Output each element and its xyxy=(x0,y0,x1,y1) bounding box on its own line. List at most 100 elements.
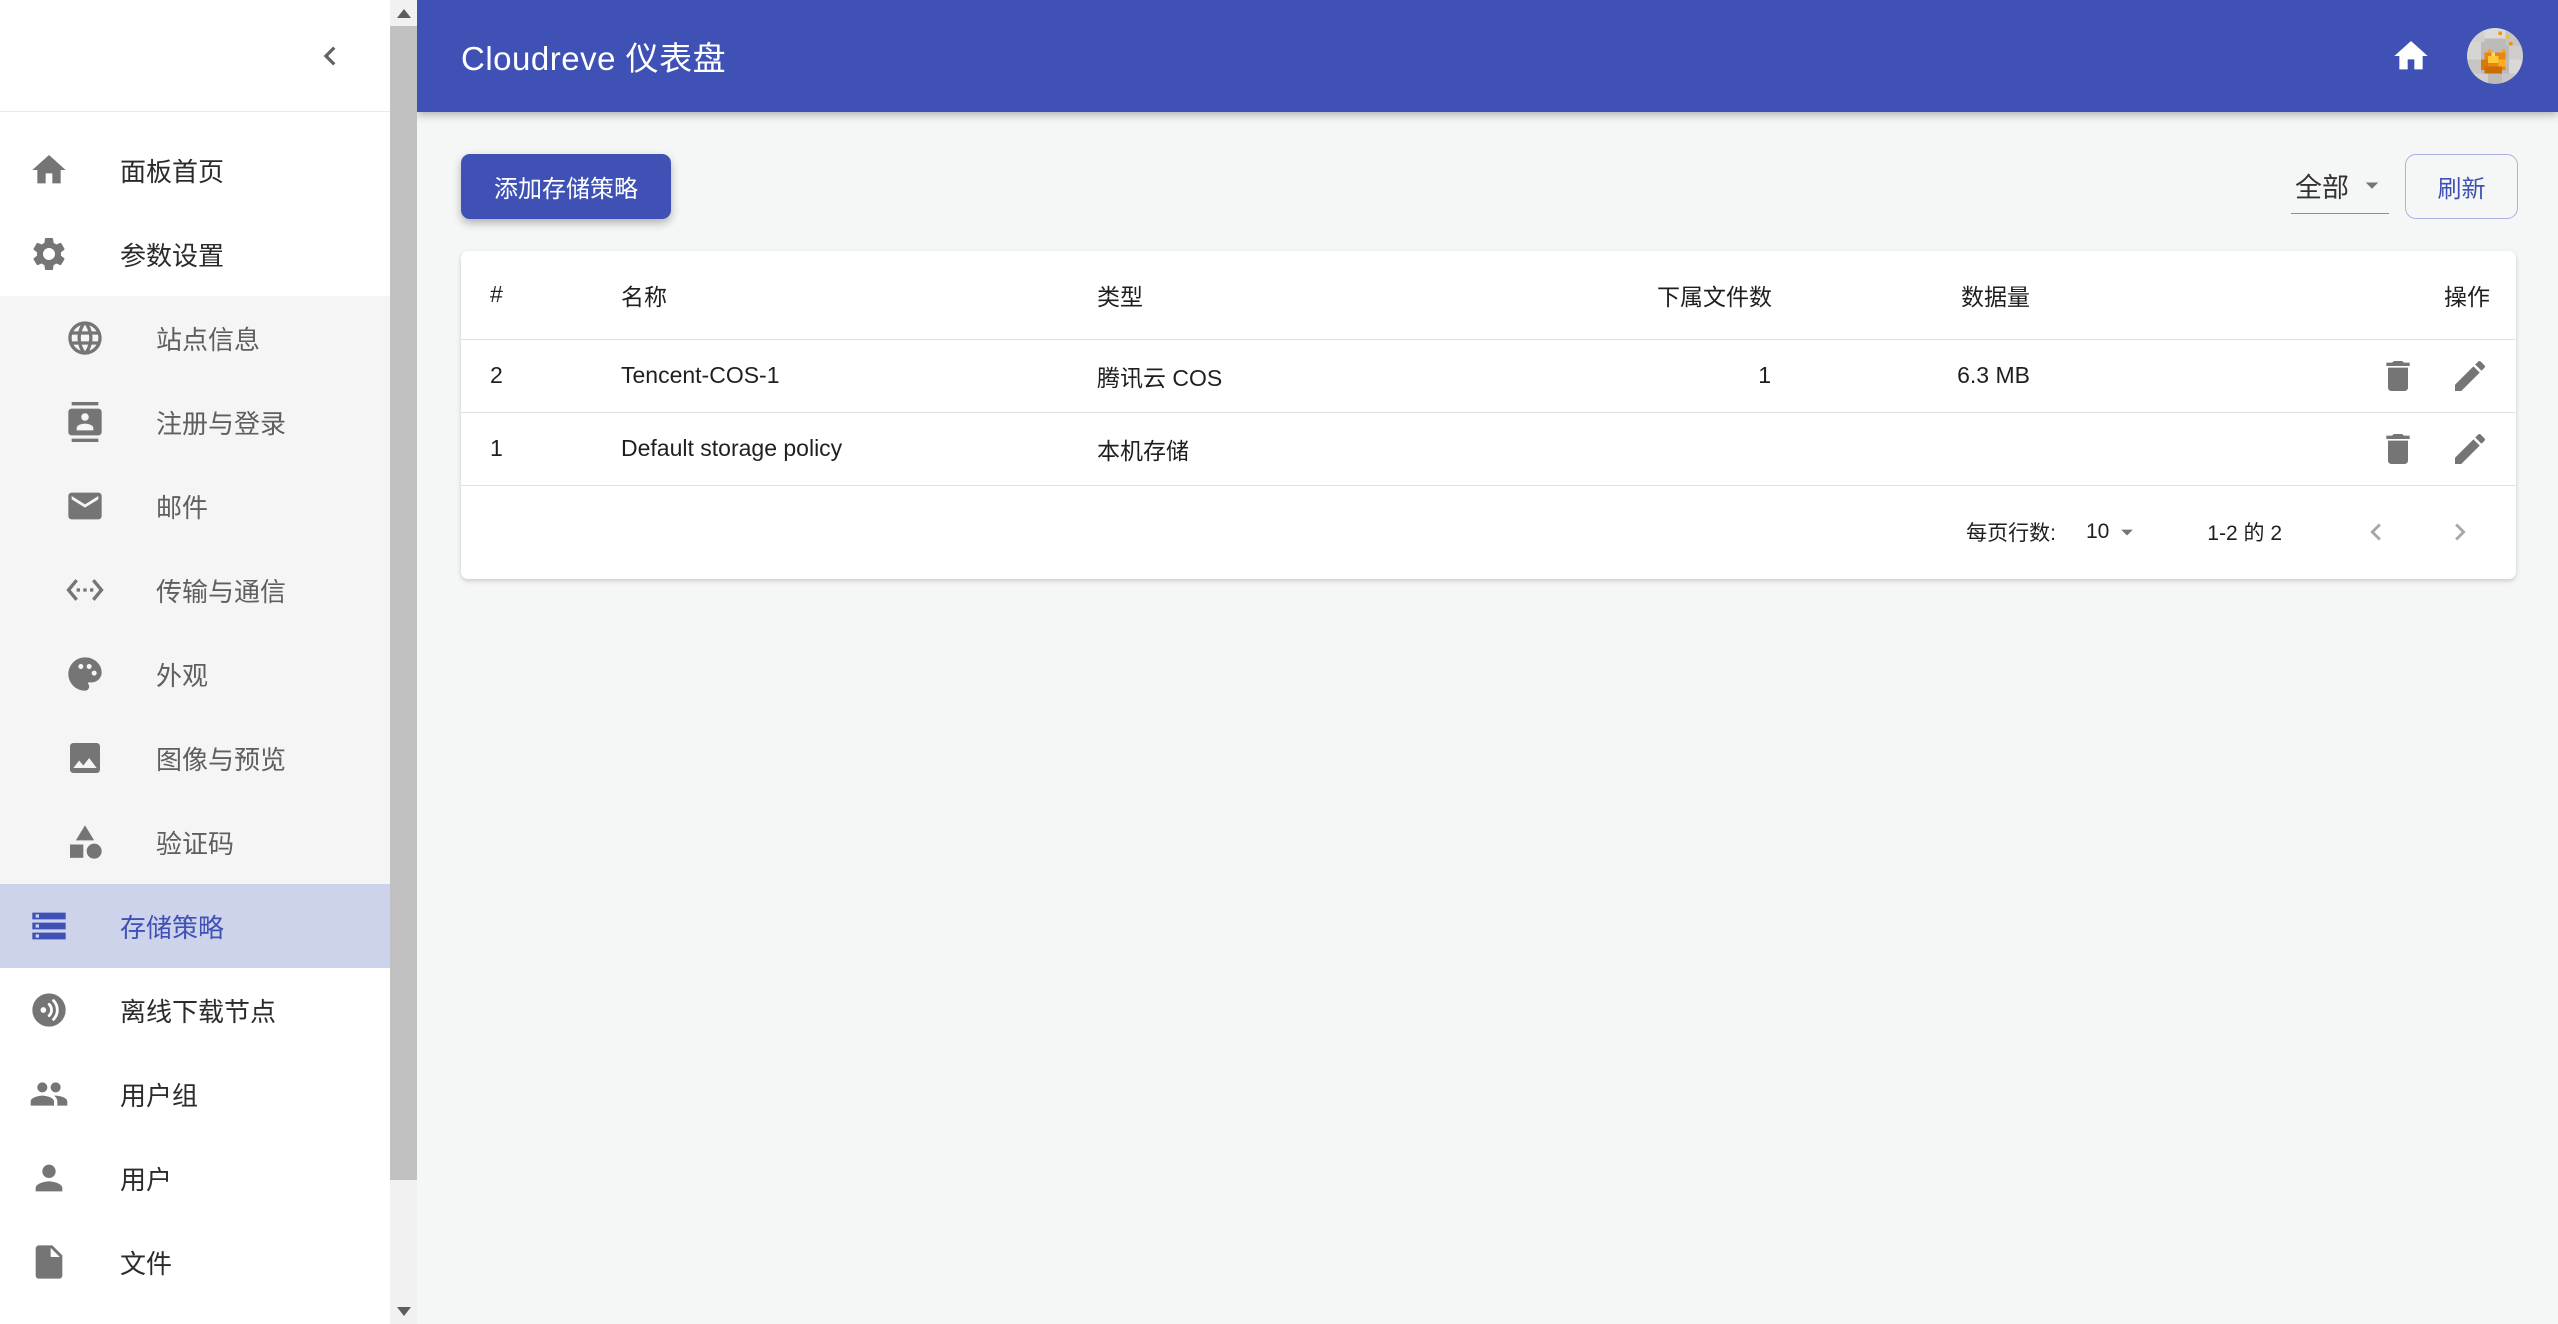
sidebar-item-label: 邮件 xyxy=(156,492,209,523)
chevron-left-icon xyxy=(2359,515,2393,549)
ethernet-icon xyxy=(65,570,105,610)
contact-card-icon xyxy=(65,402,105,442)
refresh-button[interactable]: 刷新 xyxy=(2405,154,2518,219)
gear-icon xyxy=(29,234,69,274)
filter-select-value: 全部 xyxy=(2295,172,2349,203)
cell-files: 1 xyxy=(1657,339,1791,413)
sidebar-item-8[interactable]: 验证码 xyxy=(0,800,390,884)
sidebar-item-4[interactable]: 邮件 xyxy=(0,464,390,548)
column-header-2: 类型 xyxy=(1097,251,1657,340)
toolbar-right: 全部 刷新 xyxy=(2291,154,2518,219)
add-storage-policy-button[interactable]: 添加存储策略 xyxy=(461,154,671,219)
sidebar-item-label: 站点信息 xyxy=(156,324,261,355)
filter-select[interactable]: 全部 xyxy=(2291,160,2389,214)
edit-icon xyxy=(2450,356,2490,396)
sidebar-header xyxy=(0,0,390,112)
sidebar-item-3[interactable]: 注册与登录 xyxy=(0,380,390,464)
column-header-1: 名称 xyxy=(621,251,1097,340)
image-icon xyxy=(65,738,105,778)
table-row: 2 Tencent-COS-1 腾讯云 COS 1 6.3 MB xyxy=(461,339,2516,413)
sidebar-item-label: 传输与通信 xyxy=(156,576,287,607)
scrollbar-up-arrow[interactable] xyxy=(390,0,417,26)
previous-page-button[interactable] xyxy=(2348,504,2404,560)
page-title: Cloudreve 仪表盘 xyxy=(461,40,727,77)
sidebar-item-label: 文件 xyxy=(120,1248,173,1279)
cell-type: 腾讯云 COS xyxy=(1097,339,1657,413)
cell-num: 2 xyxy=(461,339,621,413)
sidebar-item-11[interactable]: 用户组 xyxy=(0,1052,390,1136)
sidebar-item-label: 用户 xyxy=(120,1164,173,1195)
storage-icon xyxy=(29,906,69,946)
avatar[interactable] xyxy=(2467,28,2523,84)
edit-policy-button[interactable] xyxy=(2450,356,2490,396)
column-header-5: 操作 xyxy=(2050,251,2516,340)
sidebar-item-label: 面板首页 xyxy=(120,156,225,187)
cell-num: 1 xyxy=(461,412,621,486)
storage-policy-table: # 名称 类型 下属文件数 数据量 操作 2 Tencent-COS-1 腾讯云 COS … xyxy=(461,251,2516,486)
cell-actions xyxy=(2050,412,2516,486)
cell-size xyxy=(1791,412,2050,486)
home-button[interactable] xyxy=(2379,24,2443,88)
cell-type: 本机存储 xyxy=(1097,412,1657,486)
toolbar: 添加存储策略 全部 刷新 xyxy=(461,154,2518,219)
sidebar-item-13[interactable]: 文件 xyxy=(0,1220,390,1304)
sidebar-item-label: 参数设置 xyxy=(120,240,225,271)
collapse-sidebar-button[interactable] xyxy=(298,24,362,88)
home-icon xyxy=(2391,36,2431,76)
sidebar-item-10[interactable]: 离线下载节点 xyxy=(0,968,390,1052)
pagination: 每页行数: 10 1-2 的 2 xyxy=(461,486,2516,579)
scrollbar-thumb[interactable] xyxy=(390,26,417,1180)
sidebar-scrollbar[interactable] xyxy=(390,0,417,1324)
next-page-button[interactable] xyxy=(2432,504,2488,560)
sidebar-item-label: 存储策略 xyxy=(120,912,225,943)
edit-icon xyxy=(2450,429,2490,469)
storage-policy-card: # 名称 类型 下属文件数 数据量 操作 2 Tencent-COS-1 腾讯云 COS … xyxy=(461,251,2516,579)
column-header-4: 数据量 xyxy=(1791,251,2050,340)
table-row: 1 Default storage policy 本机存储 xyxy=(461,412,2516,486)
pagination-range: 1-2 的 2 xyxy=(2207,522,2282,545)
sidebar-item-label: 注册与登录 xyxy=(156,408,287,439)
sidebar-item-7[interactable]: 图像与预览 xyxy=(0,716,390,800)
home-icon xyxy=(29,150,69,190)
avatar-image xyxy=(2467,28,2523,84)
settings-subsection: 站点信息 注册与登录 邮件 传输与通信 外观 图像与预览 验证码 xyxy=(0,296,390,884)
edit-policy-button[interactable] xyxy=(2450,429,2490,469)
rows-per-page-select[interactable]: 10 xyxy=(2086,518,2141,546)
main-content: 添加存储策略 全部 刷新 # 名称 类型 下属文件数 数据量 操作 2 Tenc… xyxy=(417,112,2558,1324)
palette-icon xyxy=(65,654,105,694)
captcha-shapes-icon xyxy=(65,822,105,862)
cell-actions xyxy=(2050,339,2516,413)
delete-icon xyxy=(2378,429,2418,469)
download-node-icon xyxy=(29,990,69,1030)
sidebar-item-label: 离线下载节点 xyxy=(120,996,277,1027)
rows-per-page-value: 10 xyxy=(2085,520,2110,543)
cell-name: Default storage policy xyxy=(621,412,1097,486)
sidebar-item-5[interactable]: 传输与通信 xyxy=(0,548,390,632)
chevron-down-icon xyxy=(2357,170,2387,200)
sidebar-item-9[interactable]: 存储策略 xyxy=(0,884,390,968)
app-bar-actions xyxy=(2379,24,2558,88)
column-header-0: # xyxy=(461,251,621,340)
sidebar-item-2[interactable]: 站点信息 xyxy=(0,296,390,380)
scrollbar-down-arrow[interactable] xyxy=(390,1298,417,1324)
delete-policy-button[interactable] xyxy=(2378,356,2418,396)
sidebar-item-label: 验证码 xyxy=(156,828,235,859)
delete-icon xyxy=(2378,356,2418,396)
sidebar: 面板首页 参数设置 站点信息 注册与登录 邮件 传输与通信 外观 图像与预览 验… xyxy=(0,0,390,1324)
sidebar-item-0[interactable]: 面板首页 xyxy=(0,128,390,212)
sidebar-item-label: 用户组 xyxy=(120,1080,199,1111)
chevron-down-icon xyxy=(2113,518,2141,546)
rows-per-page-label: 每页行数: xyxy=(1966,522,2056,545)
chevron-left-icon xyxy=(311,37,349,75)
sidebar-nav: 面板首页 参数设置 站点信息 注册与登录 邮件 传输与通信 外观 图像与预览 验… xyxy=(0,112,390,1304)
user-icon xyxy=(29,1158,69,1198)
sidebar-item-6[interactable]: 外观 xyxy=(0,632,390,716)
table-header-row: # 名称 类型 下属文件数 数据量 操作 xyxy=(461,251,2516,340)
cell-size: 6.3 MB xyxy=(1791,339,2050,413)
chevron-right-icon xyxy=(2443,515,2477,549)
delete-policy-button[interactable] xyxy=(2378,429,2418,469)
cell-name: Tencent-COS-1 xyxy=(621,339,1097,413)
sidebar-item-12[interactable]: 用户 xyxy=(0,1136,390,1220)
sidebar-item-1[interactable]: 参数设置 xyxy=(0,212,390,296)
sidebar-item-label: 外观 xyxy=(156,660,209,691)
